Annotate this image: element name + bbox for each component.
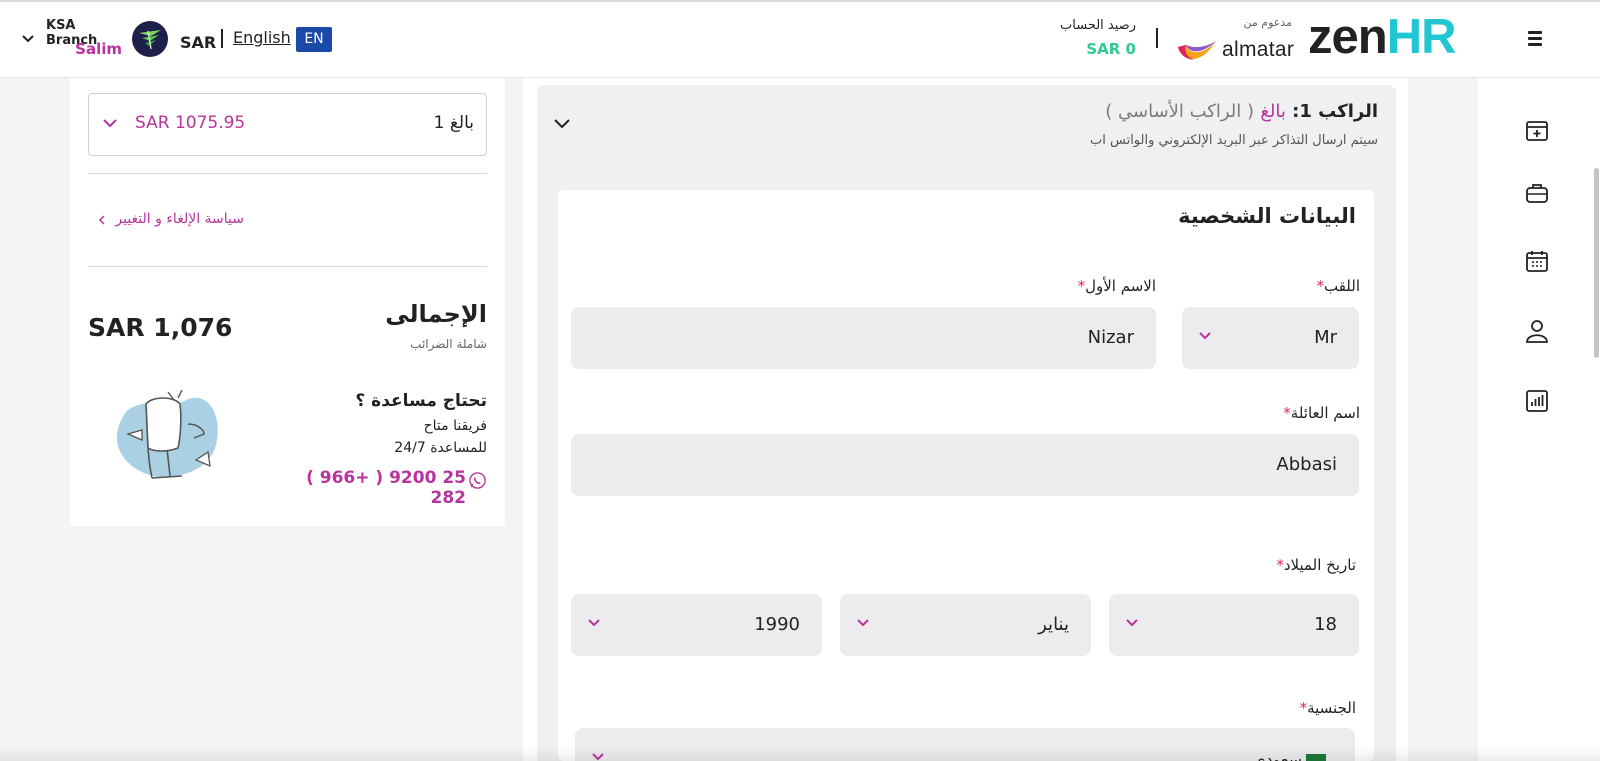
almatar-mark-icon	[1178, 41, 1216, 60]
required-mark: *	[1283, 404, 1291, 422]
add-booking-icon[interactable]	[1524, 117, 1550, 143]
nationality-label-text: الجنسية	[1307, 699, 1356, 717]
last-name-value: Abbasi	[1276, 454, 1337, 475]
support-phone-link[interactable]: ( 966+ ) 9200 25 282	[280, 468, 466, 508]
title-value: Mr	[1314, 327, 1337, 348]
first-name-label: *الاسم الأول	[900, 277, 1156, 295]
logo-hr-text: HR	[1386, 10, 1457, 64]
dob-year-value: 1990	[754, 614, 800, 635]
nationality-label: *الجنسية	[1100, 699, 1356, 717]
balance-label: رصيد الحساب	[1060, 18, 1136, 33]
whatsapp-icon	[469, 472, 486, 489]
user-name: Salim	[75, 40, 122, 58]
help-text: فريقنا متاح	[423, 418, 487, 434]
user-icon[interactable]	[1524, 318, 1550, 344]
powered-by-label: مدعوم من	[1243, 16, 1293, 29]
chevron-left-icon[interactable]	[98, 214, 106, 226]
avatar[interactable]	[132, 21, 168, 57]
chevron-down-icon	[857, 619, 869, 627]
cancellation-policy-link[interactable]: سياسة الإلغاء و التغيير	[98, 211, 244, 227]
currency-label[interactable]: SAR	[180, 33, 216, 52]
total-tax-note: شاملة الضرائب	[410, 337, 487, 351]
branch-logo-icon	[139, 30, 161, 50]
dob-year-select[interactable]: 1990	[571, 594, 822, 656]
menu-icon[interactable]	[1524, 27, 1546, 49]
title-label-text: اللقب	[1323, 277, 1360, 295]
language-badge[interactable]: EN	[296, 27, 332, 52]
fare-price: SAR 1075.95	[135, 113, 246, 133]
chevron-down-icon[interactable]	[20, 32, 36, 44]
section-title: البيانات الشخصية	[1178, 204, 1356, 228]
passenger-number: الراكب 1:	[1292, 101, 1378, 122]
title-select[interactable]: Mr	[1182, 307, 1359, 369]
first-name-field[interactable]: Nizar	[571, 307, 1156, 369]
help-title: تحتاج مساعدة ؟	[355, 391, 487, 411]
dob-label-text: تاريخ الميلاد	[1283, 556, 1356, 574]
dob-day-select[interactable]: 18	[1109, 594, 1359, 656]
required-mark: *	[1316, 277, 1324, 295]
balance-value: SAR 0	[1086, 40, 1136, 58]
required-mark: *	[1299, 699, 1308, 717]
passenger-type: بالغ	[1260, 101, 1286, 122]
passenger-count-label: 1 بالغ	[433, 113, 474, 133]
logo-zen-text: zen	[1308, 10, 1388, 64]
dob-month-select[interactable]: يناير	[840, 594, 1091, 656]
dob-month-value: يناير	[1038, 614, 1069, 635]
zenhr-logo[interactable]: zenHR	[1308, 10, 1457, 64]
top-border	[0, 0, 1600, 2]
passenger-subtitle: سيتم ارسال التذاكر عبر البريد الإلكتروني…	[1090, 133, 1378, 148]
first-name-value: Nizar	[1087, 327, 1134, 348]
last-name-label-text: اسم العائلة	[1290, 404, 1360, 422]
fare-breakdown-toggle[interactable]: 1 بالغ SAR 1075.95	[88, 93, 487, 156]
flag-icon	[1306, 754, 1326, 761]
calendar-icon[interactable]	[1524, 248, 1550, 274]
divider	[88, 173, 487, 174]
support-illustration	[116, 390, 218, 479]
dob-label: *تاريخ الميلاد	[1100, 556, 1356, 574]
first-name-label-text: الاسم الأول	[1085, 277, 1156, 295]
chevron-down-icon	[588, 619, 600, 627]
total-label: الإجمالى	[385, 300, 487, 328]
help-text: للمساعدة 24/7	[394, 440, 487, 456]
almatar-text: almatar	[1222, 38, 1295, 61]
passenger-title: الراكب 1: بالغ ( الراكب الأساسي )	[900, 101, 1378, 122]
last-name-label: *اسم العائلة	[1100, 404, 1360, 422]
chevron-down-icon	[1126, 619, 1138, 627]
total-price: SAR 1,076	[88, 313, 233, 342]
almatar-logo: almatar	[1176, 36, 1294, 64]
title-label: *اللقب	[1180, 277, 1360, 295]
briefcase-icon[interactable]	[1524, 180, 1550, 206]
chevron-down-icon	[592, 753, 604, 761]
last-name-field[interactable]: Abbasi	[571, 434, 1359, 496]
header-divider	[1156, 28, 1158, 48]
scrollbar-thumb[interactable]	[1594, 168, 1599, 358]
chevron-down-icon[interactable]	[552, 116, 572, 130]
language-switch-link[interactable]: English	[233, 28, 291, 47]
divider	[88, 266, 487, 267]
required-mark: *	[1077, 277, 1086, 295]
nationality-value: سعودي	[1252, 750, 1302, 761]
required-mark: *	[1276, 556, 1284, 574]
passenger-primary-note: ( الراكب الأساسي )	[1105, 101, 1255, 122]
dob-day-value: 18	[1314, 614, 1337, 635]
language-divider	[221, 29, 223, 48]
chevron-down-icon	[103, 119, 117, 128]
chevron-down-icon	[1199, 332, 1211, 340]
reports-icon[interactable]	[1524, 388, 1550, 414]
